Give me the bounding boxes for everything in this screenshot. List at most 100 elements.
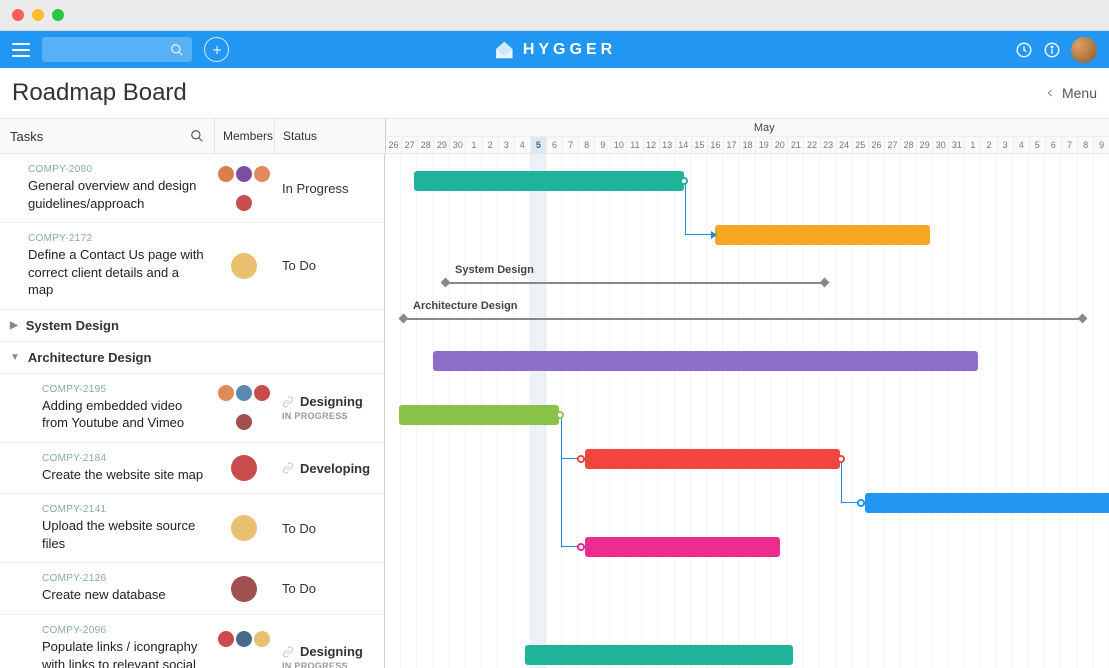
window-minimize-button[interactable]: [32, 9, 44, 21]
timeline-day[interactable]: 5: [1030, 137, 1046, 153]
timeline-day[interactable]: 7: [563, 137, 579, 153]
gantt-bar[interactable]: [715, 225, 930, 245]
timeline-day[interactable]: 19: [756, 137, 772, 153]
brand-text: HYGGER: [523, 41, 616, 59]
timeline-day[interactable]: 11: [627, 137, 643, 153]
timeline-day[interactable]: 15: [692, 137, 708, 153]
timeline-day[interactable]: 7: [1062, 137, 1078, 153]
link-icon: [282, 646, 294, 658]
timeline-day[interactable]: 26: [869, 137, 885, 153]
plus-icon: [211, 44, 223, 56]
bar-handle[interactable]: [857, 499, 865, 507]
task-members: [214, 494, 274, 562]
task-members: [214, 443, 274, 494]
timeline-day[interactable]: 18: [740, 137, 756, 153]
timeline-day[interactable]: 8: [1078, 137, 1094, 153]
task-row[interactable]: COMPY-2126 Create new database To Do: [0, 563, 384, 615]
timeline-day[interactable]: 2: [483, 137, 499, 153]
timeline-day[interactable]: 8: [579, 137, 595, 153]
bar-handle[interactable]: [556, 411, 564, 419]
task-members: [214, 223, 274, 309]
group-summary-bar[interactable]: [403, 318, 1083, 320]
timeline-day[interactable]: 21: [788, 137, 804, 153]
timeline-day[interactable]: 14: [676, 137, 692, 153]
timeline-day[interactable]: 3: [998, 137, 1014, 153]
task-title: General overview and design guidelines/a…: [28, 177, 204, 212]
timeline-day[interactable]: 20: [772, 137, 788, 153]
gantt-timeline[interactable]: System Design Architecture Design: [385, 154, 1109, 668]
timeline-day[interactable]: 6: [547, 137, 563, 153]
timeline-day[interactable]: 31: [949, 137, 965, 153]
task-row[interactable]: COMPY-2195 Adding embedded video from Yo…: [0, 374, 384, 443]
group-system-design[interactable]: ▶ System Design: [0, 310, 384, 342]
window-zoom-button[interactable]: [52, 9, 64, 21]
timeline-day[interactable]: 3: [499, 137, 515, 153]
bar-handle[interactable]: [680, 177, 688, 185]
add-button[interactable]: [204, 37, 229, 62]
timeline-day[interactable]: 1: [466, 137, 482, 153]
timeline-day[interactable]: 23: [821, 137, 837, 153]
window-close-button[interactable]: [12, 9, 24, 21]
gantt-bar[interactable]: [525, 645, 793, 665]
task-row[interactable]: COMPY-2141 Upload the website source fil…: [0, 494, 384, 563]
gantt-bar[interactable]: [433, 351, 978, 371]
app-topbar: HYGGER: [0, 31, 1109, 68]
bar-handle[interactable]: [577, 543, 585, 551]
timeline-day[interactable]: 17: [724, 137, 740, 153]
clock-icon[interactable]: [1015, 41, 1033, 59]
board-menu-button[interactable]: Menu: [1044, 85, 1097, 101]
page-header: Roadmap Board Menu: [0, 68, 1109, 118]
bar-handle[interactable]: [577, 455, 585, 463]
group-summary-label: System Design: [455, 264, 534, 276]
gantt-bar[interactable]: [414, 171, 684, 191]
task-row[interactable]: COMPY-2184 Create the website site map D…: [0, 443, 384, 495]
chevron-down-icon: ▼: [10, 352, 20, 363]
gantt-bar[interactable]: [585, 449, 840, 469]
task-title: Create new database: [42, 586, 204, 604]
timeline-day[interactable]: 9: [595, 137, 611, 153]
timeline-day[interactable]: 27: [402, 137, 418, 153]
col-members-label: Members: [215, 119, 275, 153]
task-id: COMPY-2080: [28, 164, 204, 175]
search-input[interactable]: [42, 37, 192, 62]
timeline-day[interactable]: 30: [933, 137, 949, 153]
timeline-day[interactable]: 22: [804, 137, 820, 153]
timeline-header: May 262728293012345678910111213141516171…: [385, 119, 1109, 153]
gantt-bar[interactable]: [399, 405, 559, 425]
timeline-day[interactable]: 27: [885, 137, 901, 153]
menu-hamburger-button[interactable]: [12, 43, 30, 57]
col-status-label: Status: [275, 119, 385, 153]
timeline-day[interactable]: 29: [434, 137, 450, 153]
timeline-day[interactable]: 16: [708, 137, 724, 153]
timeline-day[interactable]: 4: [515, 137, 531, 153]
info-icon[interactable]: [1043, 41, 1061, 59]
timeline-day[interactable]: 28: [418, 137, 434, 153]
column-headers: Tasks Members Status May 262728293012345…: [0, 118, 1109, 154]
timeline-day[interactable]: 28: [901, 137, 917, 153]
timeline-day[interactable]: 10: [611, 137, 627, 153]
timeline-day[interactable]: 13: [660, 137, 676, 153]
timeline-day[interactable]: 2: [981, 137, 997, 153]
task-row[interactable]: COMPY-2172 Define a Contact Us page with…: [0, 223, 384, 310]
task-row[interactable]: COMPY-2096 Populate links / icongraphy w…: [0, 615, 384, 668]
group-label: Architecture Design: [28, 350, 152, 365]
group-summary-bar[interactable]: [445, 282, 825, 284]
gantt-bar[interactable]: [585, 537, 780, 557]
timeline-day[interactable]: 12: [644, 137, 660, 153]
timeline-day[interactable]: 4: [1014, 137, 1030, 153]
timeline-day[interactable]: 24: [837, 137, 853, 153]
group-architecture-design[interactable]: ▼ Architecture Design: [0, 342, 384, 374]
tasks-search-icon[interactable]: [190, 129, 204, 143]
bar-handle[interactable]: [837, 455, 845, 463]
timeline-day[interactable]: 29: [917, 137, 933, 153]
timeline-day[interactable]: 1: [965, 137, 981, 153]
user-avatar[interactable]: [1071, 37, 1097, 63]
timeline-day[interactable]: 6: [1046, 137, 1062, 153]
timeline-day[interactable]: 30: [450, 137, 466, 153]
timeline-day[interactable]: 9: [1094, 137, 1109, 153]
gantt-bar[interactable]: [865, 493, 1109, 513]
task-row[interactable]: COMPY-2080 General overview and design g…: [0, 154, 384, 223]
timeline-day[interactable]: 26: [386, 137, 402, 153]
timeline-day[interactable]: 25: [853, 137, 869, 153]
timeline-day[interactable]: 5: [531, 137, 547, 153]
